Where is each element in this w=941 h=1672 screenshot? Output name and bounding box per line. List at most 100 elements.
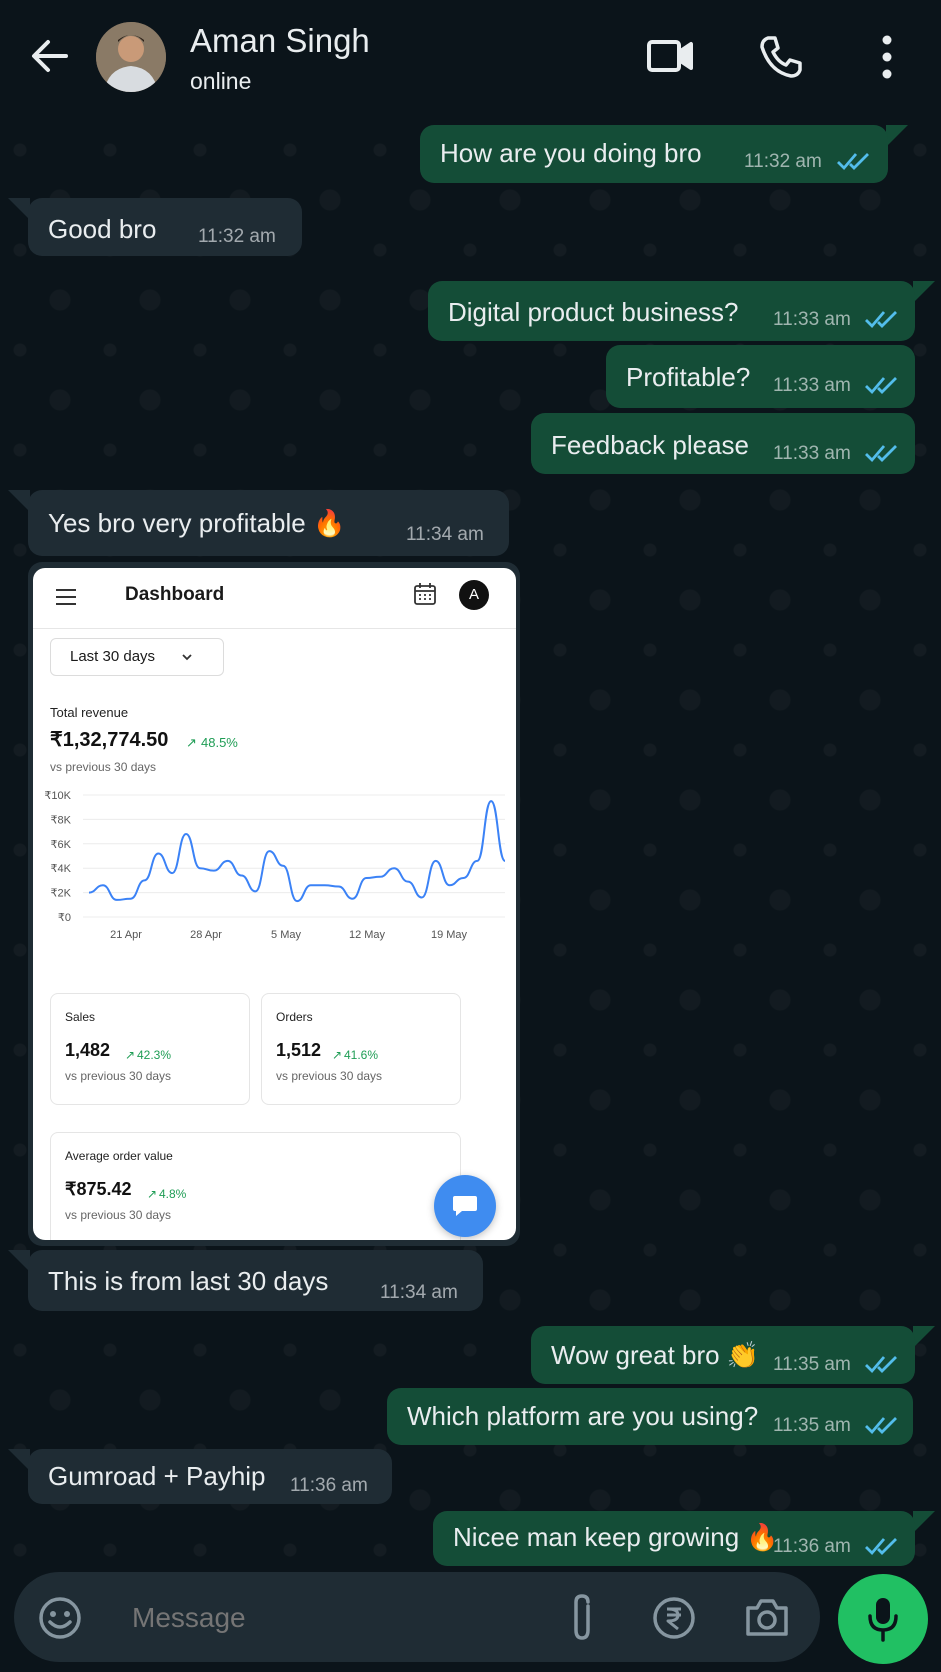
aov-change: 4.8% xyxy=(159,1187,187,1201)
message-time: 11:33 am xyxy=(773,443,851,464)
incoming-message[interactable]: This is from last 30 days 11:34 am xyxy=(28,1250,483,1311)
bubble-tail xyxy=(913,1511,935,1533)
message-text: Good bro xyxy=(48,214,157,244)
message-time: 11:36 am xyxy=(773,1536,851,1557)
orders-change: 41.6% xyxy=(344,1048,379,1062)
y-tick-label: ₹2K xyxy=(51,888,72,900)
dashboard-screenshot[interactable]: Dashboard A Last 30 days Total revenue ₹… xyxy=(33,568,516,1240)
outgoing-message[interactable]: Which platform are you using? 11:35 am xyxy=(387,1388,913,1445)
camera-icon[interactable] xyxy=(744,1596,790,1638)
phone-call-icon[interactable] xyxy=(758,34,804,80)
payment-rupee-icon[interactable] xyxy=(652,1596,696,1640)
message-time: 11:34 am xyxy=(380,1282,458,1303)
chat-support-button xyxy=(434,1175,496,1237)
message-text: Profitable? xyxy=(626,362,751,392)
sales-sub: vs previous 30 days xyxy=(65,1069,172,1083)
calendar-icon xyxy=(414,583,436,605)
bubble-tail xyxy=(8,1250,30,1272)
voice-record-button[interactable] xyxy=(838,1574,928,1664)
attach-paperclip-icon[interactable] xyxy=(564,1592,600,1642)
x-tick-label: 5 May xyxy=(271,929,301,941)
bubble-tail xyxy=(8,1449,30,1471)
y-tick-label: ₹0 xyxy=(58,912,71,924)
date-range-label: Last 30 days xyxy=(70,648,156,665)
sales-change: 42.3% xyxy=(137,1048,172,1062)
message-time: 11:32 am xyxy=(744,151,822,172)
x-tick-label: 21 Apr xyxy=(110,929,142,941)
orders-label: Orders xyxy=(276,1010,313,1024)
read-ticks-icon xyxy=(865,377,897,395)
emoji-icon[interactable] xyxy=(38,1596,82,1640)
chat-bubble-icon xyxy=(453,1196,477,1216)
read-ticks-icon xyxy=(865,445,897,463)
message-text: Yes bro very profitable 🔥 xyxy=(48,508,346,538)
message-time: 11:33 am xyxy=(773,375,851,396)
trend-up-icon: ↗ xyxy=(125,1048,136,1062)
orders-card: Orders 1,512 ↗ 41.6% vs previous 30 days xyxy=(261,993,461,1105)
y-tick-label: ₹10K xyxy=(44,790,71,802)
x-tick-label: 28 Apr xyxy=(190,929,222,941)
outgoing-message[interactable]: How are you doing bro 11:32 am xyxy=(420,125,888,183)
orders-value: 1,512 xyxy=(276,1040,322,1060)
hamburger-menu-icon xyxy=(56,589,76,605)
message-text: Feedback please xyxy=(551,430,750,460)
outgoing-message[interactable]: Feedback please 11:33 am xyxy=(531,413,915,474)
message-time: 11:33 am xyxy=(773,309,851,330)
microphone-icon xyxy=(868,1598,898,1642)
x-tick-label: 19 May xyxy=(431,929,468,941)
bubble-tail xyxy=(886,125,908,147)
outgoing-message[interactable]: Profitable? 11:33 am xyxy=(606,345,915,408)
message-text: Gumroad + Payhip xyxy=(48,1461,266,1491)
trend-up-icon: ↗ xyxy=(186,735,197,750)
outgoing-message[interactable]: Wow great bro 👏 11:35 am xyxy=(531,1326,915,1384)
read-ticks-icon xyxy=(837,153,869,171)
total-revenue-sub: vs previous 30 days xyxy=(50,760,157,774)
y-tick-label: ₹6K xyxy=(51,839,72,851)
incoming-message[interactable]: Good bro 11:32 am xyxy=(28,198,302,256)
message-time: 11:32 am xyxy=(198,226,276,247)
message-compose-bar xyxy=(14,1572,820,1662)
outgoing-message[interactable]: Digital product business? 11:33 am xyxy=(428,281,915,341)
header-divider xyxy=(33,628,516,629)
message-text: Wow great bro 👏 xyxy=(551,1340,760,1370)
orders-sub: vs previous 30 days xyxy=(276,1069,383,1083)
x-tick-label: 12 May xyxy=(349,929,386,941)
incoming-message[interactable]: Yes bro very profitable 🔥 11:34 am xyxy=(28,490,509,556)
user-avatar: A xyxy=(459,580,489,610)
bubble-tail xyxy=(8,198,30,220)
contact-name[interactable]: Aman Singh xyxy=(190,22,370,60)
aov-label: Average order value xyxy=(65,1149,173,1163)
more-options-icon[interactable] xyxy=(880,34,894,80)
revenue-line-chart: ₹10K ₹8K ₹6K ₹4K ₹2K ₹0 21 Apr 28 Apr 5 May 12 Ma… xyxy=(44,790,506,941)
sales-label: Sales xyxy=(65,1010,96,1024)
message-input[interactable] xyxy=(130,1594,514,1642)
trend-up-icon: ↗ xyxy=(332,1048,343,1062)
sales-value: 1,482 xyxy=(65,1040,111,1060)
aov-value: ₹875.42 xyxy=(65,1179,132,1199)
contact-status: online xyxy=(190,68,252,94)
message-time: 11:34 am xyxy=(406,524,484,545)
chat-header: Aman Singh online xyxy=(0,0,941,118)
message-text: Nicee man keep growing 🔥 xyxy=(453,1522,779,1552)
bubble-tail xyxy=(913,1326,935,1348)
message-text: Which platform are you using? xyxy=(407,1401,759,1431)
read-ticks-icon xyxy=(865,311,897,329)
sales-card: Sales 1,482 ↗ 42.3% vs previous 30 days xyxy=(50,993,250,1105)
read-ticks-icon xyxy=(865,1538,897,1556)
outgoing-message[interactable]: Nicee man keep growing 🔥 11:36 am xyxy=(433,1511,915,1566)
contact-avatar[interactable] xyxy=(96,22,166,92)
read-ticks-icon xyxy=(865,1356,897,1374)
bubble-tail xyxy=(913,281,935,303)
total-revenue-change: 48.5% xyxy=(201,735,238,750)
y-tick-label: ₹4K xyxy=(51,863,72,875)
message-text: This is from last 30 days xyxy=(48,1266,329,1296)
dashboard-title: Dashboard xyxy=(125,584,225,605)
read-ticks-icon xyxy=(865,1417,897,1435)
y-tick-label: ₹8K xyxy=(51,814,72,826)
average-order-value-card: Average order value ₹875.42 ↗ 4.8% vs pr… xyxy=(50,1132,461,1240)
bubble-tail xyxy=(8,490,30,512)
incoming-message[interactable]: Gumroad + Payhip 11:36 am xyxy=(28,1449,392,1504)
aov-sub: vs previous 30 days xyxy=(65,1208,172,1222)
video-call-icon[interactable] xyxy=(646,34,694,78)
back-arrow-icon[interactable] xyxy=(28,34,72,78)
